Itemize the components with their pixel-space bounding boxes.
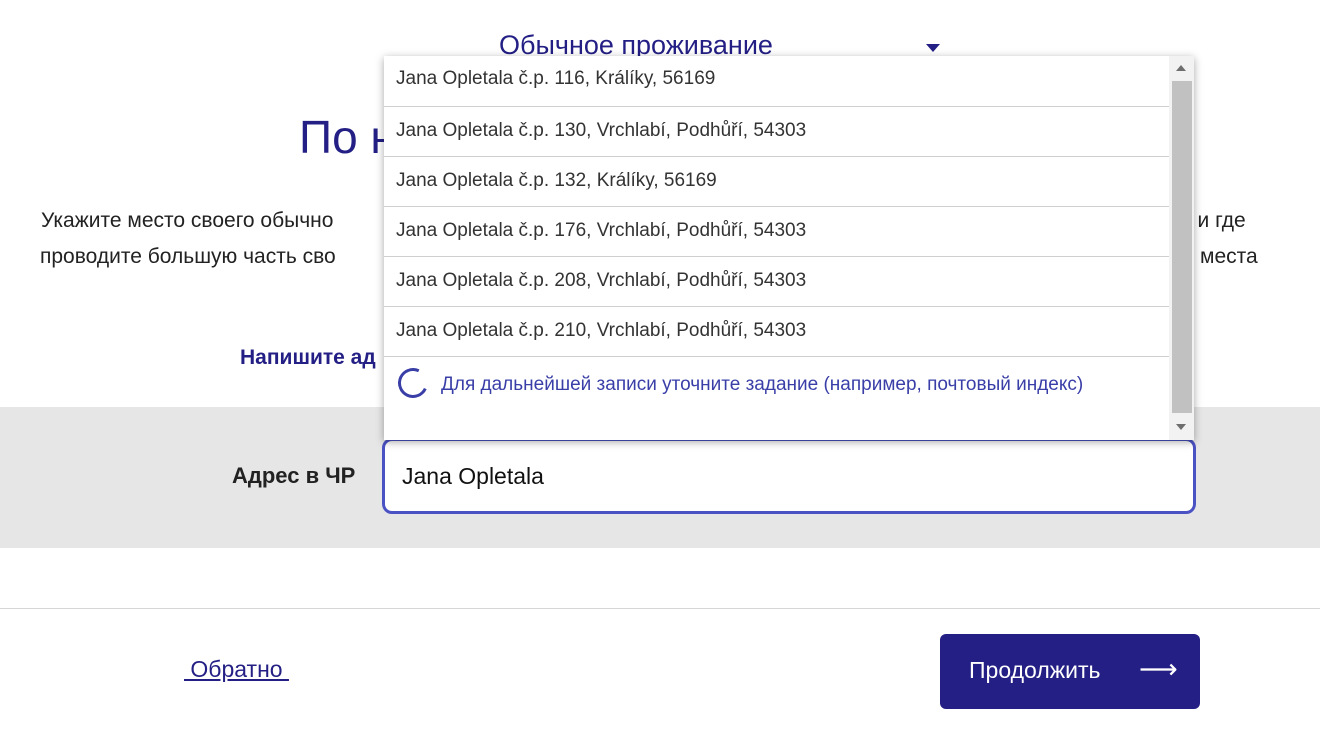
suggestions-notice: Для дальнейшей записи уточните задание (…: [384, 357, 1169, 439]
intro-line-2-end: места: [1200, 245, 1258, 268]
continue-button[interactable]: Продолжить ⟶: [940, 634, 1200, 709]
address-prompt-heading: Напишите ад: [240, 346, 376, 369]
continue-label: Продолжить: [969, 657, 1101, 683]
suggestion-item[interactable]: Jana Opletala č.p. 130, Vrchlabí, Podhůř…: [384, 107, 1169, 157]
suggestion-item[interactable]: Jana Opletala č.p. 132, Králíky, 56169: [384, 157, 1169, 207]
address-input[interactable]: [382, 438, 1196, 514]
suggestion-item[interactable]: Jana Opletala č.p. 208, Vrchlabí, Podhůř…: [384, 257, 1169, 307]
chevron-down-icon[interactable]: [926, 44, 940, 52]
scroll-down-icon[interactable]: [1176, 424, 1186, 430]
scroll-thumb[interactable]: [1172, 81, 1192, 413]
scroll-up-icon[interactable]: [1176, 65, 1186, 71]
page-title: По н: [299, 111, 396, 163]
suggestion-item[interactable]: Jana Opletala č.p. 176, Vrchlabí, Podhůř…: [384, 207, 1169, 257]
address-label: Адрес в ЧР: [232, 463, 356, 488]
arrow-right-icon: ⟶: [1139, 654, 1178, 684]
suggestion-item[interactable]: Jana Opletala č.p. 116, Králíky, 56169: [384, 56, 1169, 107]
dropdown-scrollbar[interactable]: [1169, 56, 1194, 440]
suggestion-item[interactable]: Jana Opletala č.p. 210, Vrchlabí, Podhůř…: [384, 307, 1169, 357]
address-suggestions-dropdown: Jana Opletala č.p. 116, Králíky, 56169 J…: [384, 56, 1194, 440]
footer-divider: [0, 608, 1320, 609]
notice-text: Для дальнейшей записи уточните задание (…: [441, 374, 1084, 395]
back-link[interactable]: Обратно: [184, 656, 289, 683]
suggestions-list: Jana Opletala č.p. 116, Králíky, 56169 J…: [384, 56, 1169, 439]
loading-spinner-icon: [393, 363, 433, 403]
